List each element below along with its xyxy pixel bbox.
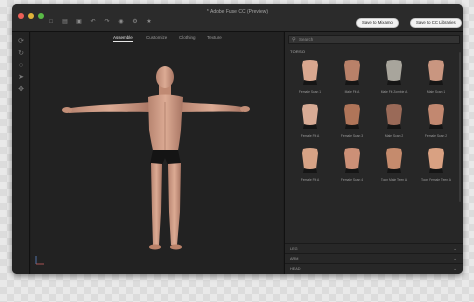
- toolbar: □ ▤ ▣ ↶ ↷ ◉ ⚙ ★: [48, 19, 152, 25]
- torso-thumbnail: [344, 104, 360, 129]
- redo-icon[interactable]: ↷: [104, 19, 110, 25]
- save-to-mixamo-button[interactable]: Save to Mixamo: [356, 18, 399, 28]
- save-to-cc-libraries-button[interactable]: Save to CC Libraries: [410, 18, 462, 28]
- section-head[interactable]: HEAD ⌄: [285, 263, 463, 273]
- section-title: TORSO: [290, 49, 306, 54]
- torso-item[interactable]: Male Fit A: [331, 57, 373, 101]
- torso-thumbnail: [428, 148, 444, 173]
- chevron-down-icon: ⌄: [453, 256, 457, 261]
- search-box[interactable]: ⚲: [288, 35, 460, 44]
- camera-icon[interactable]: ◉: [118, 19, 124, 25]
- window-title: * Adobe Fuse CC (Preview): [206, 9, 269, 15]
- torso-thumbnail: [302, 60, 318, 85]
- head: [156, 66, 174, 88]
- torso-thumbnail: [428, 104, 444, 129]
- axis-gizmo-icon: [35, 256, 44, 265]
- right-hand: [240, 106, 250, 112]
- left-leg: [151, 163, 162, 245]
- left-hand: [62, 107, 72, 113]
- torso-thumbnail: [386, 148, 402, 173]
- section-leg[interactable]: LEG ⌄: [285, 243, 463, 253]
- search-icon: ⚲: [292, 37, 296, 43]
- torso-item[interactable]: Toon Female Teen A: [415, 145, 457, 189]
- open-folder-icon[interactable]: ▤: [62, 19, 68, 25]
- right-leg: [168, 163, 181, 245]
- rotate-icon[interactable]: ⟳: [17, 38, 25, 46]
- torso: [148, 94, 183, 155]
- torso-item-label: Female Scan 1: [298, 90, 322, 94]
- torso-thumbnail: [302, 104, 318, 129]
- torso-thumbnail: [386, 104, 402, 129]
- app-window: * Adobe Fuse CC (Preview) □ ▤ ▣ ↶ ↷ ◉ ⚙ …: [12, 4, 463, 274]
- select-icon[interactable]: ➤: [17, 74, 25, 82]
- left-foot: [149, 244, 161, 250]
- zoom-icon[interactable]: ○: [17, 62, 25, 70]
- scrollbar[interactable]: [459, 52, 461, 202]
- torso-item-label: Female Scan 2: [424, 134, 448, 138]
- torso-thumbnail: [344, 148, 360, 173]
- torso-item[interactable]: Toon Male Teen A: [373, 145, 415, 189]
- chevron-down-icon: ⌄: [453, 246, 457, 251]
- torso-item-label: Toon Female Teen A: [421, 178, 451, 182]
- chevron-down-icon: ⌄: [453, 266, 457, 271]
- torso-item-label: Male Scan 1: [426, 90, 446, 94]
- search-input[interactable]: [299, 36, 449, 43]
- torso-item[interactable]: Male Scan 2: [373, 101, 415, 145]
- torso-item[interactable]: Male Scan 1: [415, 57, 457, 101]
- torso-thumbnail: [302, 148, 318, 173]
- section-arm[interactable]: ARM ⌄: [285, 253, 463, 263]
- torso-item[interactable]: Female Scan 3: [331, 101, 373, 145]
- save-icon[interactable]: ▣: [76, 19, 82, 25]
- shorts: [150, 150, 181, 165]
- gear-icon[interactable]: ⚙: [132, 19, 138, 25]
- torso-item-label: Male Scan 2: [384, 134, 404, 138]
- character-model[interactable]: [31, 32, 283, 274]
- orbit-icon[interactable]: ↻: [17, 50, 25, 58]
- torso-item[interactable]: Female Scan 4: [331, 145, 373, 189]
- torso-item-label: Female Scan 4: [340, 178, 364, 182]
- torso-item-label: Toon Male Teen A: [380, 178, 408, 182]
- title-bar: * Adobe Fuse CC (Preview) □ ▤ ▣ ↶ ↷ ◉ ⚙ …: [12, 4, 463, 32]
- torso-item-label: Female Fit A: [300, 178, 320, 182]
- torso-item[interactable]: Female Scan 2: [415, 101, 457, 145]
- star-icon[interactable]: ★: [146, 19, 152, 25]
- torso-item[interactable]: Male Fit Zombie A: [373, 57, 415, 101]
- torso-item[interactable]: Female Scan 1: [289, 57, 331, 101]
- torso-item-label: Female Fit A: [300, 134, 320, 138]
- torso-item-label: Female Scan 3: [340, 134, 364, 138]
- new-file-icon[interactable]: □: [48, 19, 54, 25]
- torso-item[interactable]: Female Fit A: [289, 101, 331, 145]
- torso-thumbnail: [428, 60, 444, 85]
- torso-item-label: Male Fit A: [344, 90, 360, 94]
- move-icon[interactable]: ✥: [17, 86, 25, 94]
- undo-icon[interactable]: ↶: [90, 19, 96, 25]
- torso-thumbnail: [344, 60, 360, 85]
- parts-panel: ⚲ TORSO Female Scan 1 Male Fit A Male Fit …: [284, 32, 463, 274]
- left-arm: [69, 102, 151, 113]
- 3d-viewport[interactable]: Assemble Customize Clothing Texture: [31, 32, 283, 274]
- left-toolbar: ⟳ ↻ ○ ➤ ✥: [12, 32, 30, 274]
- torso-item-label: Male Fit Zombie A: [380, 90, 408, 94]
- right-foot: [170, 244, 182, 250]
- torso-thumbnail: [386, 60, 402, 85]
- torso-item[interactable]: Female Fit A: [289, 145, 331, 189]
- right-arm: [181, 102, 243, 112]
